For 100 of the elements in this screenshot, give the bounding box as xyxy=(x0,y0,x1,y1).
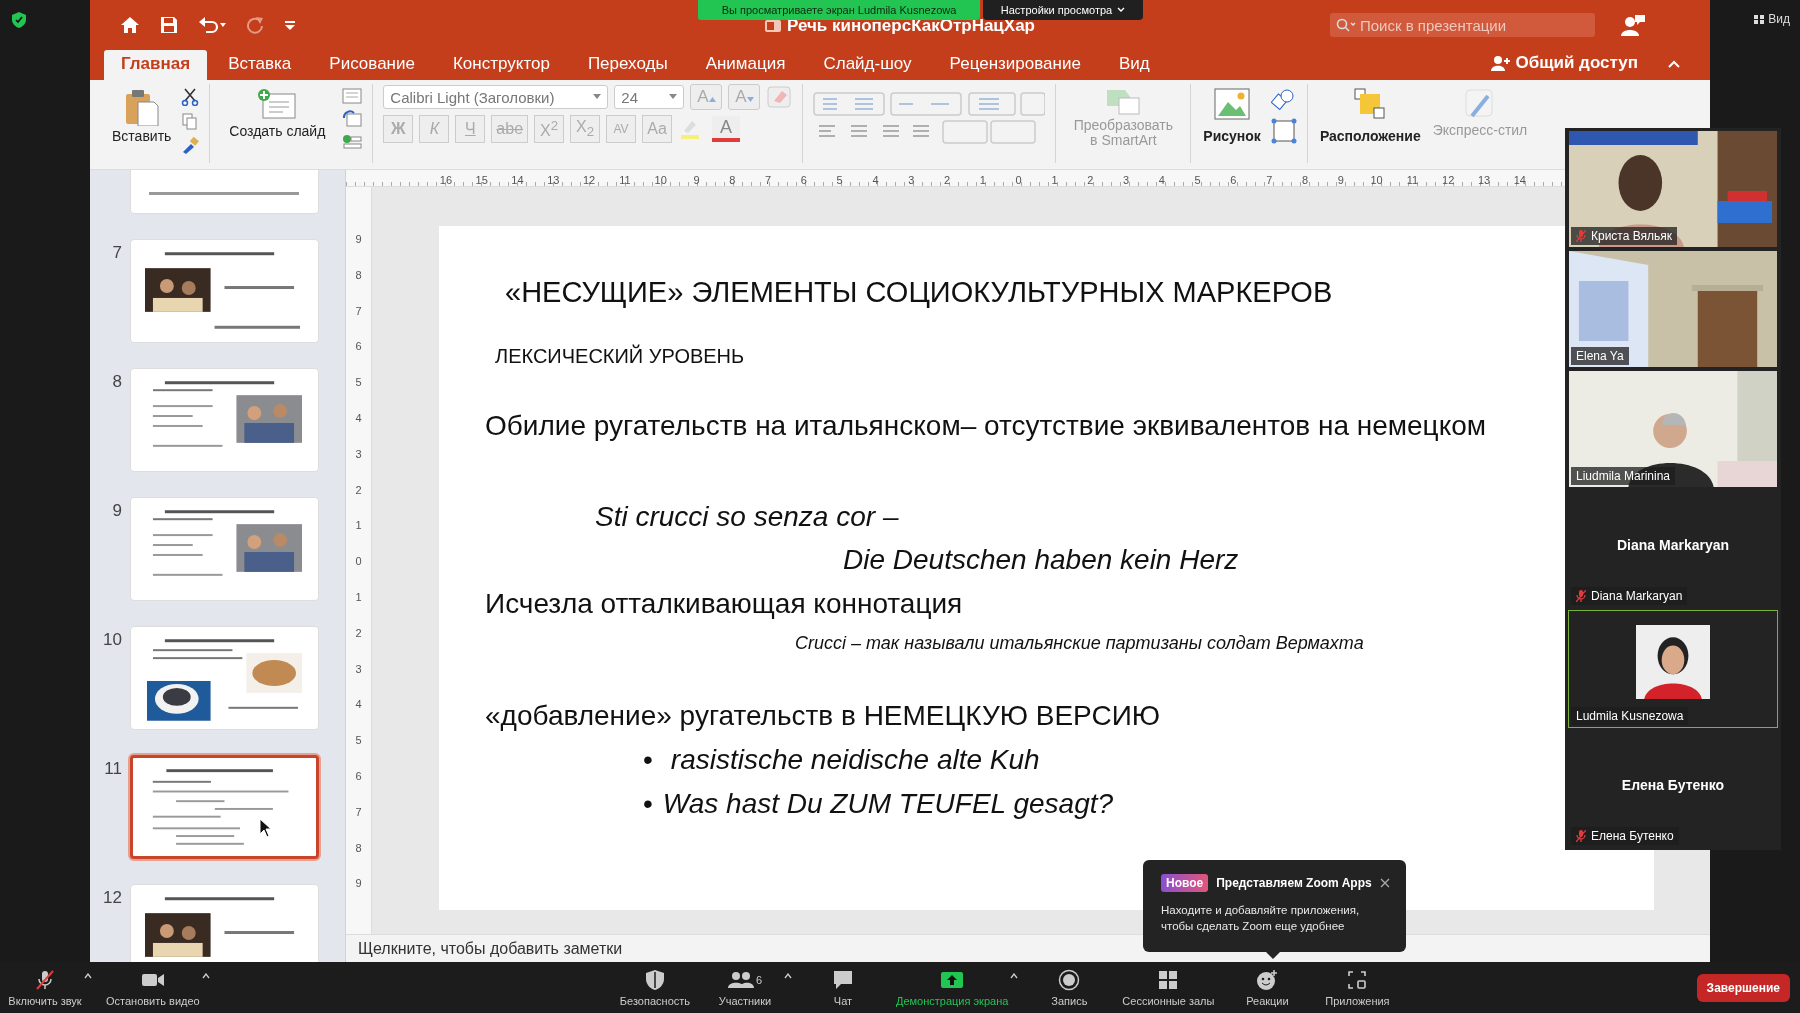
shapes-icon[interactable] xyxy=(1270,88,1297,112)
toolbar-button[interactable]: Сессионные залы xyxy=(1114,964,1223,1011)
customize-icon[interactable] xyxy=(284,19,296,31)
ribbon-tab[interactable]: Главная xyxy=(104,50,208,80)
ribbon-tab[interactable]: Переходы xyxy=(570,50,685,80)
ribbon-tab[interactable]: Вставка xyxy=(211,50,309,80)
ruler-number: 6 xyxy=(1229,174,1238,186)
muted-mic-icon xyxy=(34,968,56,991)
save-icon[interactable] xyxy=(160,16,178,34)
ribbon-tab[interactable]: Рисование xyxy=(312,50,432,80)
ruler-number: 8 xyxy=(728,174,737,186)
picture-icon xyxy=(1214,88,1251,120)
ruler-number: 15 xyxy=(474,174,489,186)
caret-icon[interactable] xyxy=(84,972,92,979)
slide-number: 8 xyxy=(111,372,122,392)
caret-icon xyxy=(593,94,602,100)
text-box-icon[interactable] xyxy=(1270,118,1297,144)
caret-icon[interactable] xyxy=(1010,972,1019,979)
caret-icon xyxy=(1117,7,1126,13)
ruler-number: 13 xyxy=(546,174,561,186)
ruler-number: 10 xyxy=(1369,174,1384,186)
quick-styles-button[interactable]: Экспресс-стил xyxy=(1430,84,1530,142)
comments-icon[interactable] xyxy=(1621,14,1645,36)
scissors-icon[interactable] xyxy=(181,88,200,106)
slide-text: Исчезла отталкивающая коннотация xyxy=(485,588,963,619)
search-field[interactable]: Поиск в презентации xyxy=(1330,13,1595,37)
ruler-number: 5 xyxy=(355,734,362,749)
arrange-button[interactable]: Расположение xyxy=(1317,84,1423,148)
reset-icon[interactable] xyxy=(342,110,363,128)
ribbon-tab[interactable]: Слайд-шоу xyxy=(806,50,929,80)
font-size-dropdown[interactable]: 24 xyxy=(614,85,685,109)
toolbar-button[interactable]: Запись xyxy=(1024,964,1115,1011)
participant-name: Diana Markaryan xyxy=(1591,589,1683,603)
add-person-icon xyxy=(1491,55,1512,71)
ruler-number: 3 xyxy=(355,662,362,677)
participant-display-name: Diana Markaryan xyxy=(1616,537,1730,553)
format-painter-icon[interactable] xyxy=(181,136,200,154)
ruler-number: 11 xyxy=(1405,174,1420,186)
ruler-number: 3 xyxy=(907,174,916,186)
people-icon xyxy=(727,969,754,990)
ribbon-tab[interactable]: Вид xyxy=(1101,50,1167,80)
collapse-icon[interactable] xyxy=(1668,60,1680,68)
caret-icon[interactable] xyxy=(201,972,210,979)
ruler-number: 16 xyxy=(438,174,453,186)
toolbar-button[interactable]: 6 Участники xyxy=(699,964,790,1011)
ruler-number: 3 xyxy=(355,447,362,462)
toolbar-button[interactable]: Включить звук xyxy=(0,964,90,1011)
ruler-number: 11 xyxy=(618,174,632,186)
bullet-mark: • xyxy=(643,788,653,820)
ribbon-tab[interactable]: Анимация xyxy=(688,50,803,80)
arrange-icon xyxy=(1354,88,1387,120)
smartart-button[interactable]: Преобразовать в SmartArt xyxy=(1066,84,1181,152)
viewing-banner: Вы просматриваете экран Ludmila Kusnezowa xyxy=(698,0,980,20)
home-icon[interactable] xyxy=(120,16,140,34)
paste-button[interactable]: Вставить xyxy=(110,84,174,148)
chat-icon xyxy=(831,969,854,990)
ruler-number: 4 xyxy=(1157,174,1166,186)
ruler-number: 7 xyxy=(355,304,362,319)
ribbon-tab[interactable]: Конструктор xyxy=(435,50,567,80)
toolbar-button[interactable]: Приложения xyxy=(1312,964,1403,1011)
notes-placeholder[interactable]: Щелкните, чтобы добавить заметки xyxy=(358,939,623,958)
ribbon-tab[interactable]: Рецензирование xyxy=(932,50,1098,80)
ruler-number: 2 xyxy=(1086,174,1095,186)
ruler-number: 8 xyxy=(1300,174,1310,186)
toolbar-button[interactable]: Чат xyxy=(797,964,888,1011)
ruler-number: 4 xyxy=(355,698,362,713)
new-slide-button[interactable]: Создать слайд xyxy=(220,84,335,143)
picture-button[interactable]: Рисунок xyxy=(1201,84,1263,148)
participant-count: 6 xyxy=(755,973,762,986)
ruler-number: 2 xyxy=(355,626,362,641)
end-meeting-button[interactable]: Завершение xyxy=(1696,973,1790,1002)
caret-icon[interactable] xyxy=(783,972,792,979)
new-badge: Новое xyxy=(1161,874,1209,892)
font-color-button[interactable]: A xyxy=(712,116,741,142)
caret-icon xyxy=(669,94,678,100)
toolbar-button[interactable]: Безопасность xyxy=(609,964,700,1011)
close-icon[interactable] xyxy=(1379,878,1390,888)
undo-icon[interactable] xyxy=(198,16,226,34)
view-options-button[interactable]: Настройки просмотра xyxy=(983,0,1143,20)
share-screen-icon xyxy=(940,969,965,990)
ruler-number: 3 xyxy=(1121,174,1131,186)
share-button[interactable]: Общий доступ xyxy=(1485,52,1644,74)
search-icon[interactable] xyxy=(1336,18,1356,32)
smartart-icon xyxy=(1105,88,1142,116)
ruler-number: 14 xyxy=(510,174,525,186)
ruler-number: 7 xyxy=(355,805,362,820)
slide-title: «НЕСУЩИЕ» ЭЛЕМЕНТЫ СОЦИОКУЛЬТУРНЫХ МАРКЕРОВ xyxy=(505,276,1333,308)
shield-icon[interactable] xyxy=(12,12,26,28)
clipboard-icon xyxy=(123,88,160,126)
slide-text: Обилие ругательств на итальянском– отсутствие эквивалентов на немецком xyxy=(485,410,1487,441)
ruler-number: 4 xyxy=(355,412,362,426)
toolbar-button[interactable]: Реакции xyxy=(1222,964,1313,1011)
toolbar-button[interactable]: Остановить видео xyxy=(98,964,208,1011)
toolbar-button[interactable]: Демонстрация экрана xyxy=(887,964,1017,1011)
ruler-number: 7 xyxy=(1265,174,1274,186)
section-icon[interactable] xyxy=(342,134,363,150)
ruler-number: 0 xyxy=(1014,174,1023,186)
slide-thumbnail[interactable] xyxy=(130,755,319,859)
font-dropdown[interactable]: Calibri Light (Заголовки) xyxy=(383,85,609,109)
popup-title: Представляем Zoom Apps xyxy=(1216,876,1372,890)
